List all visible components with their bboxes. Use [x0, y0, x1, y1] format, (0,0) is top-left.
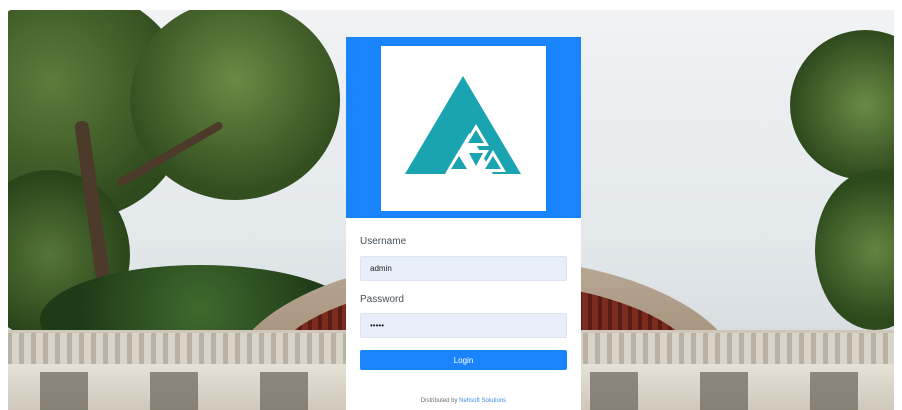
footer: Distributed by Nehsoft Solutions — [346, 398, 581, 404]
triangle-logo-icon — [405, 76, 521, 174]
left-tree-foliage-2 — [130, 0, 340, 200]
login-button[interactable]: Login — [360, 350, 567, 370]
login-card: Username Password Login Distributed by N… — [346, 37, 581, 410]
username-label: Username — [360, 236, 407, 247]
footer-text: Distributed by — [420, 398, 460, 404]
password-input[interactable] — [360, 313, 567, 338]
logo-box — [381, 46, 546, 211]
logo-panel — [346, 37, 581, 218]
password-label: Password — [360, 294, 404, 305]
footer-link[interactable]: Nehsoft Solutions — [459, 398, 506, 404]
username-input[interactable] — [360, 256, 567, 281]
